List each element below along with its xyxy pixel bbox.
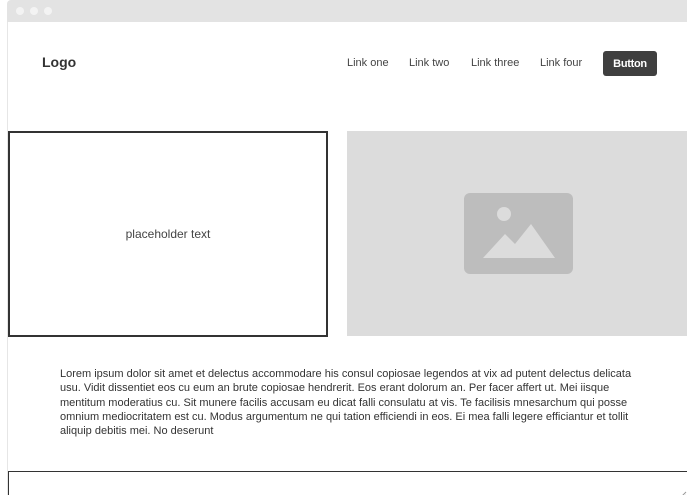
window-maximize-dot[interactable] <box>44 7 52 15</box>
body-paragraph: Lorem ipsum dolor sit amet et delectus a… <box>60 368 632 438</box>
resize-handle-icon[interactable] <box>677 491 687 495</box>
nav-link-four[interactable]: Link four <box>540 57 582 69</box>
logo[interactable]: Logo <box>42 54 76 70</box>
bottom-section <box>8 471 687 495</box>
text-placeholder-box: placeholder text <box>8 131 328 337</box>
window-minimize-dot[interactable] <box>30 7 38 15</box>
nav-link-one[interactable]: Link one <box>347 57 389 69</box>
browser-chrome <box>7 0 687 22</box>
nav-link-three[interactable]: Link three <box>471 57 519 69</box>
image-icon <box>464 193 573 274</box>
placeholder-text: placeholder text <box>125 227 211 241</box>
window-close-dot[interactable] <box>16 7 24 15</box>
image-placeholder <box>347 131 687 336</box>
nav-link-two[interactable]: Link two <box>409 57 449 69</box>
header-button[interactable]: Button <box>603 51 657 76</box>
